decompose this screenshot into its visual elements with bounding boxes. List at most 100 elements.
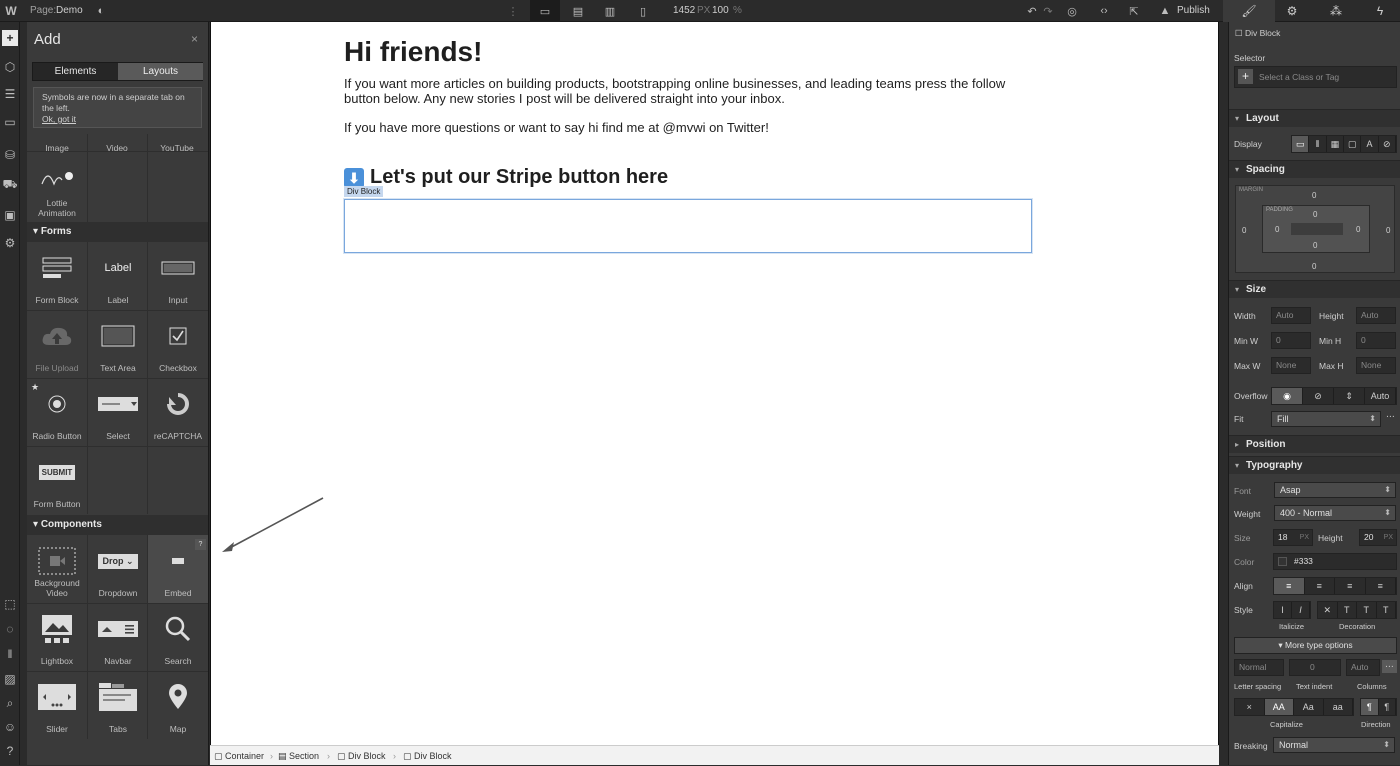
color-input[interactable]: #333 (1273, 553, 1397, 570)
min-height-input[interactable]: 0 (1356, 332, 1396, 349)
weight-select[interactable]: 400 - Normal (1274, 505, 1396, 521)
more-icon[interactable]: ⋯ (1386, 411, 1395, 422)
position-section-header[interactable]: ▸ Position (1229, 435, 1400, 453)
canvas-width[interactable]: 1452 (673, 0, 695, 22)
selected-div-block[interactable] (343, 198, 1033, 254)
form-element-file-upload[interactable]: File Upload (27, 310, 87, 378)
tablet-portrait-icon[interactable]: ▥ (602, 3, 618, 19)
overflow-scroll-icon[interactable]: ⇕ (1334, 388, 1365, 404)
font-size-input[interactable]: 18 PX (1273, 529, 1313, 546)
interactions-tab[interactable]: ϟ (1354, 0, 1400, 22)
padding-left[interactable]: 0 (1275, 225, 1279, 234)
display-block-icon[interactable]: ▭ (1292, 136, 1310, 152)
overflow-hidden-icon[interactable]: ⊘ (1303, 388, 1334, 404)
strikethrough-icon[interactable]: T (1338, 602, 1357, 618)
line-height-input[interactable]: 20 PX (1359, 529, 1397, 546)
desktop-breakpoint-button[interactable]: ▭ (530, 0, 560, 22)
form-element-checkbox[interactable]: Checkbox (148, 310, 208, 378)
breadcrumb-div-block[interactable]: ▢ Div Block (337, 746, 386, 766)
paragraph-2[interactable]: If you have more questions or want to sa… (344, 120, 769, 135)
zoom-level[interactable]: 100 (712, 0, 729, 22)
font-select[interactable]: Asap (1274, 482, 1396, 498)
paragraph-1[interactable]: If you want more articles on building pr… (344, 76, 1034, 106)
form-element-input[interactable]: Input (148, 242, 208, 310)
overflow-auto[interactable]: Auto (1365, 388, 1396, 404)
align-center-icon[interactable]: ≡ (1305, 578, 1335, 594)
underline-icon[interactable]: T (1357, 602, 1377, 618)
size-section-header[interactable]: ▾ Size (1229, 280, 1400, 298)
close-icon[interactable]: × (191, 32, 198, 46)
form-element-select[interactable]: Select (88, 378, 148, 446)
preview-icon[interactable]: ◌ (2, 621, 18, 637)
margin-left[interactable]: 0 (1242, 226, 1246, 235)
more-vertical-icon[interactable]: ⋮ (505, 3, 521, 19)
stripe-heading[interactable]: ⬇ Let's put our Stripe button here (344, 166, 668, 189)
tablet-landscape-icon[interactable]: ▤ (570, 3, 586, 19)
display-none-icon[interactable]: ⊘ (1379, 136, 1396, 152)
max-height-input[interactable]: None (1356, 357, 1396, 374)
align-right-icon[interactable]: ≡ (1335, 578, 1366, 594)
display-flex-icon[interactable]: ⫴ (1309, 136, 1327, 152)
form-element-recaptcha[interactable]: reCAPTCHA (148, 378, 208, 446)
component-dropdown[interactable]: Drop ⌄ Dropdown (88, 535, 148, 603)
form-element-form-button[interactable]: SUBMIT Form Button (27, 446, 87, 514)
width-input[interactable]: Auto (1271, 307, 1311, 324)
capitalize-upper[interactable]: AA (1264, 699, 1294, 715)
component-slider[interactable]: Slider (27, 671, 87, 739)
tab-elements[interactable]: Elements (33, 63, 118, 80)
settings-icon[interactable]: ⚙ (2, 235, 18, 251)
element-checkbox[interactable]: ☐ Div Block (1235, 28, 1280, 39)
assets-icon[interactable]: ▣ (2, 207, 18, 223)
cms-icon[interactable]: ⛁ (2, 147, 18, 163)
color-swatch[interactable] (1278, 557, 1287, 566)
components-section-header[interactable]: ▾ Components (27, 515, 208, 535)
search-icon[interactable]: ⌕ (2, 695, 18, 711)
page-heading[interactable]: Hi friends! (344, 36, 482, 68)
italic-on-icon[interactable]: I (1292, 602, 1310, 618)
breadcrumb-section[interactable]: ▤ Section (278, 746, 319, 766)
webflow-logo-icon[interactable]: W (3, 3, 19, 19)
align-justify-icon[interactable]: ≡ (1366, 578, 1396, 594)
display-inline-block-icon[interactable]: ▢ (1344, 136, 1362, 152)
spacing-section-header[interactable]: ▾ Spacing (1229, 160, 1400, 178)
component-search[interactable]: Search (148, 603, 208, 671)
overline-icon[interactable]: T (1377, 602, 1396, 618)
users-icon[interactable]: ☺ (2, 719, 18, 735)
component-background-video[interactable]: Background Video (27, 535, 87, 603)
selector-input[interactable]: + Select a Class or Tag (1234, 66, 1397, 88)
form-element-text-area[interactable]: Text Area (88, 310, 148, 378)
element-lottie[interactable]: Lottie Animation (27, 152, 87, 222)
height-input[interactable]: Auto (1356, 307, 1396, 324)
element-image[interactable]: Image (27, 90, 87, 158)
publish-button[interactable]: Publish (1177, 0, 1210, 22)
form-element-form-block[interactable]: Form Block (27, 242, 87, 310)
display-inline-icon[interactable]: A (1361, 136, 1379, 152)
design-canvas[interactable]: Hi friends! If you want more articles on… (210, 22, 1219, 745)
typography-section-header[interactable]: ▾ Typography (1229, 456, 1400, 474)
component-tabs[interactable]: Tabs (88, 671, 148, 739)
ecommerce-icon[interactable]: ⛟ (2, 177, 18, 193)
more-icon[interactable]: ⋯ (1382, 660, 1397, 673)
form-element-label[interactable]: Label Label (88, 242, 148, 310)
display-grid-icon[interactable]: ▦ (1327, 136, 1344, 152)
breadcrumb-container[interactable]: ▢ Container (214, 746, 264, 766)
component-lightbox[interactable]: Lightbox (27, 603, 87, 671)
pages-icon[interactable]: ▭ (2, 114, 18, 130)
padding-bottom[interactable]: 0 (1313, 241, 1317, 250)
export-icon[interactable]: ⇱ (1126, 3, 1142, 19)
breaking-select[interactable]: Normal (1273, 737, 1395, 753)
select-mode-icon[interactable]: ⬚ (2, 596, 18, 612)
padding-top[interactable]: 0 (1313, 210, 1317, 219)
capitalize-lower[interactable]: aa (1324, 699, 1353, 715)
overflow-visible-icon[interactable]: ◉ (1272, 388, 1303, 404)
decoration-none-icon[interactable]: ✕ (1318, 602, 1338, 618)
element-youtube[interactable]: YouTube (147, 90, 207, 158)
redo-icon[interactable]: ↷ (1040, 3, 1056, 19)
fit-select[interactable]: Fill (1271, 411, 1381, 427)
globe-icon[interactable]: ◎ (1064, 3, 1080, 19)
tab-layouts[interactable]: Layouts (118, 63, 203, 80)
help-icon[interactable]: ? (2, 743, 18, 759)
page-settings-icon[interactable]: ◐ (93, 3, 109, 19)
undo-icon[interactable]: ↶ (1024, 3, 1040, 19)
add-panel-icon[interactable]: + (2, 30, 18, 46)
